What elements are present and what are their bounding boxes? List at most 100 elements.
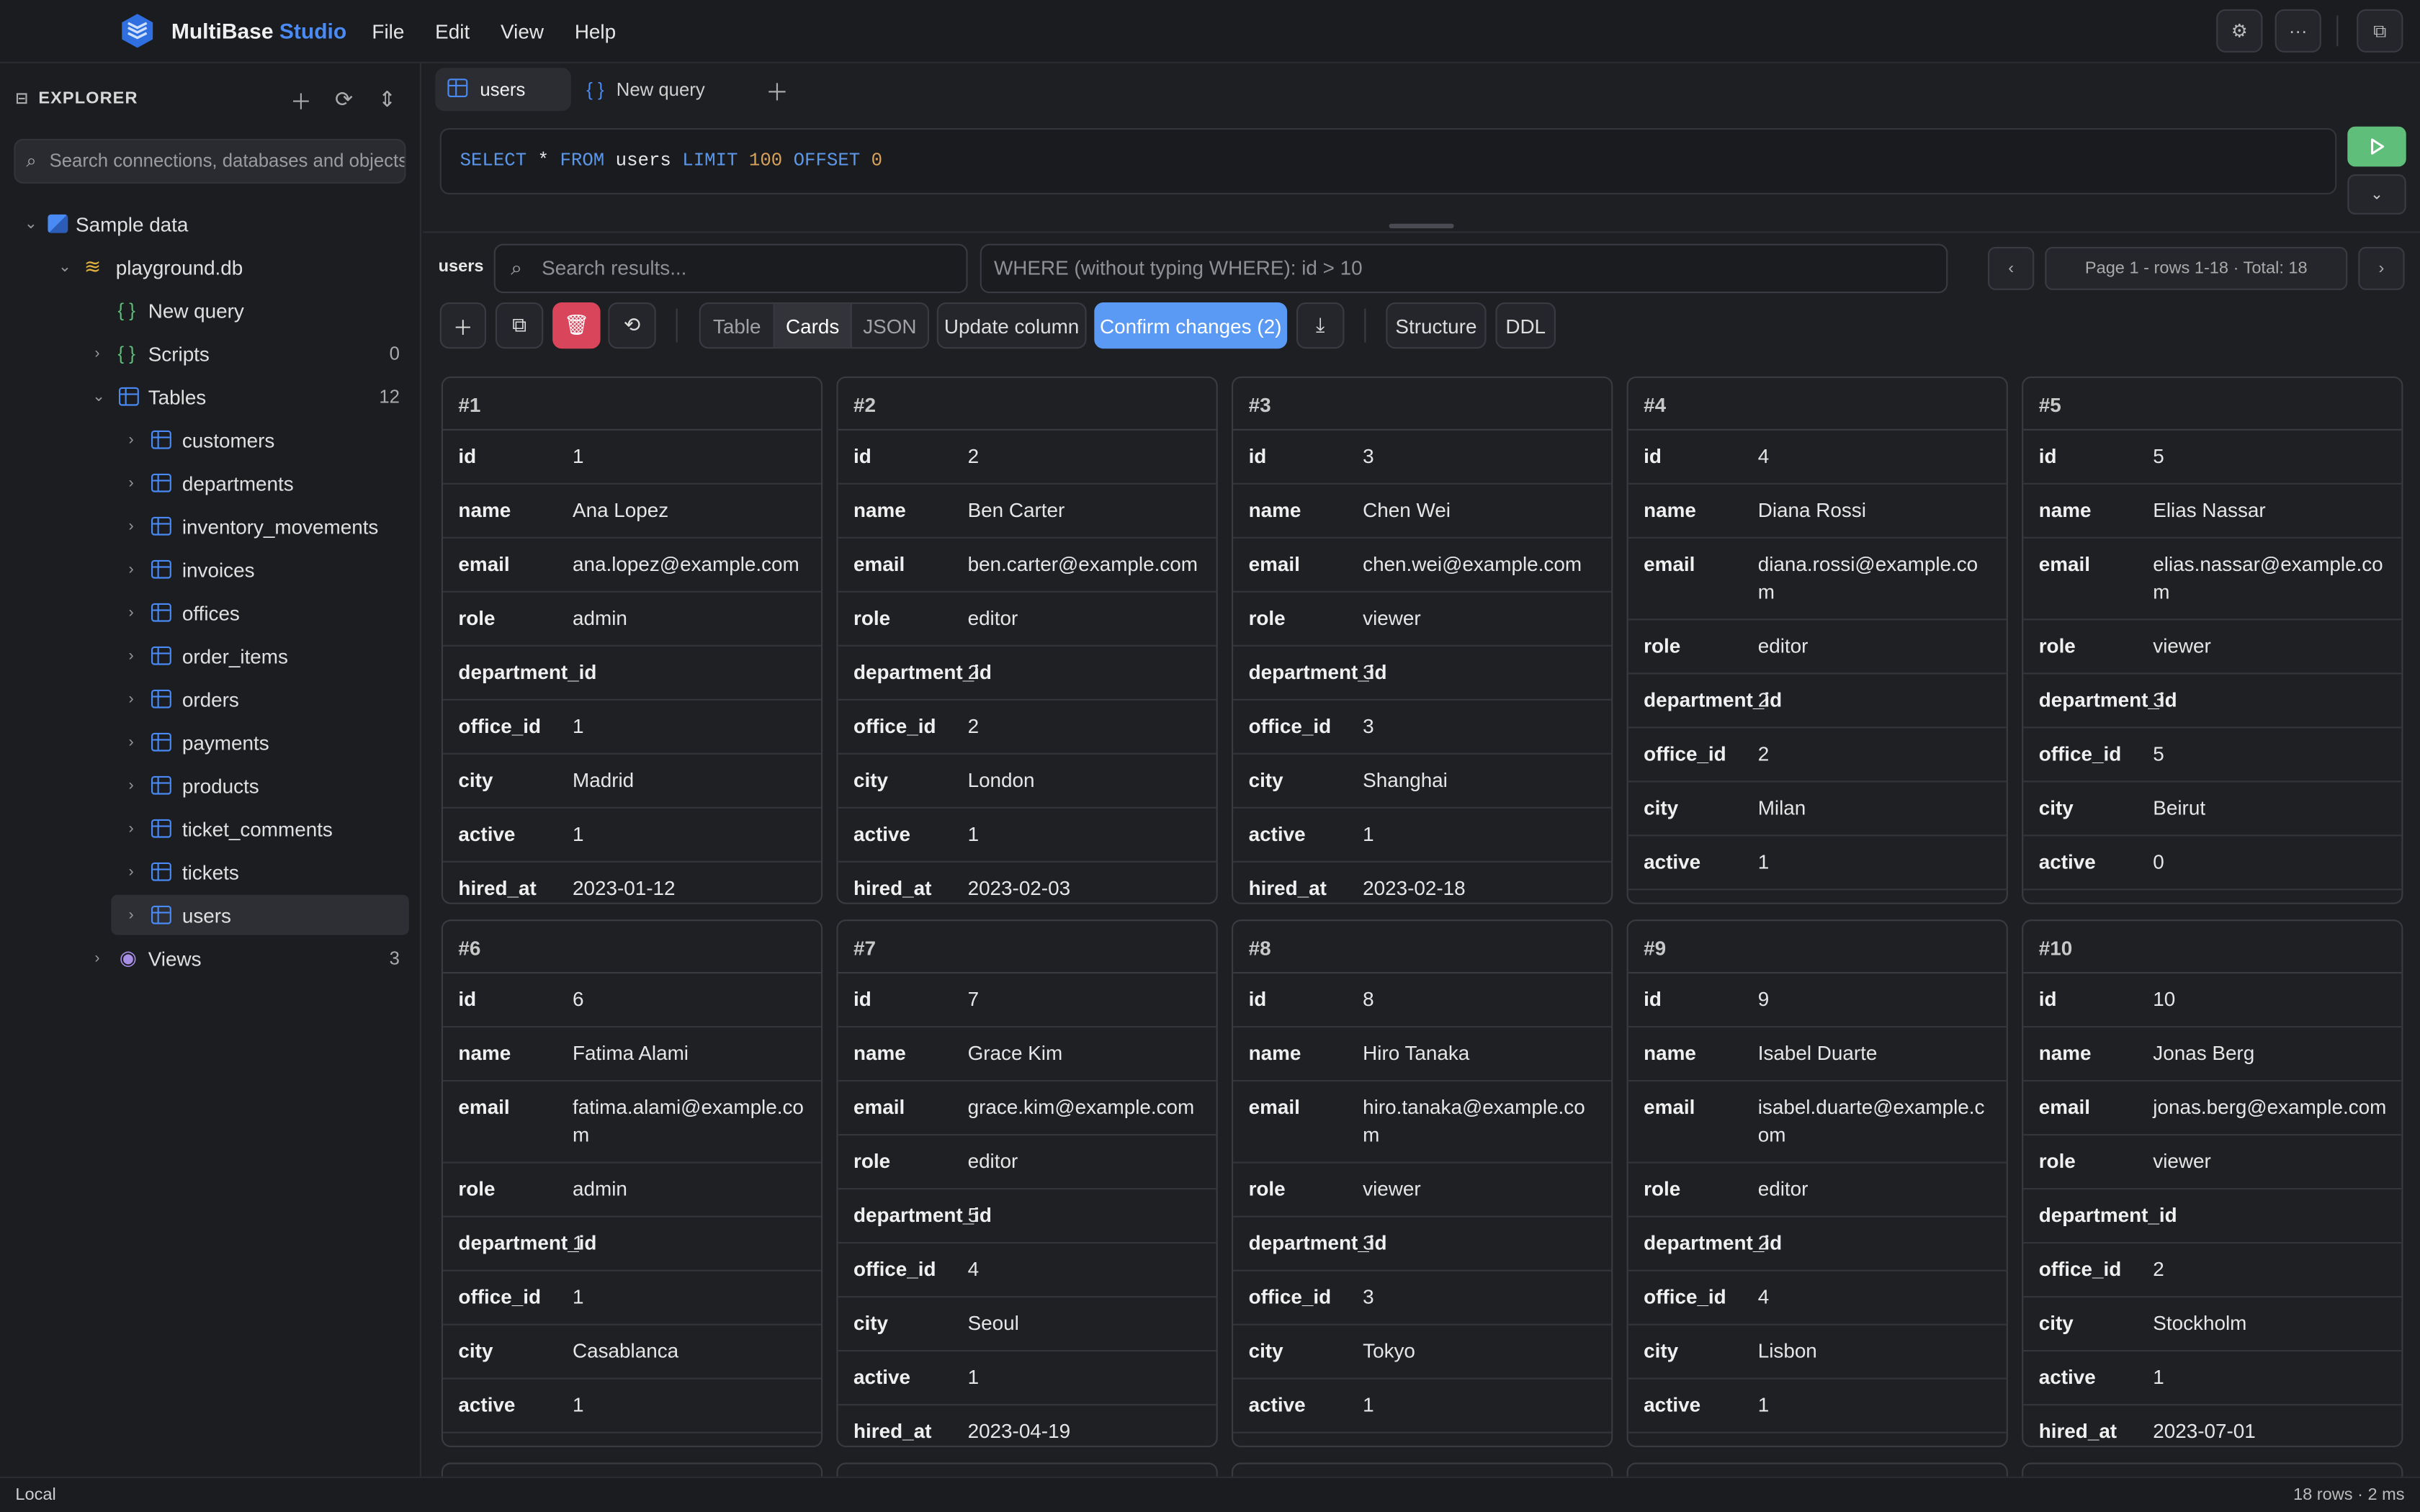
card-field-department-id[interactable]: department_id <box>2023 1189 2402 1244</box>
field-value[interactable]: Elias Nassar <box>2153 485 2401 537</box>
record-card[interactable]: #8 id 8 name Hiro Tanaka email hiro.tanaka@exa… <box>1232 919 1613 1447</box>
card-field-role[interactable]: role editor <box>1628 1164 2007 1218</box>
record-card[interactable]: #1 id 1 name Ana Lopez email ana.lopez@example… <box>441 376 823 904</box>
field-value[interactable]: Chen Wei <box>1363 485 1611 537</box>
field-value[interactable]: Seoul <box>968 1297 1216 1350</box>
card-field-department-id[interactable]: department_id 2 <box>1628 674 2007 729</box>
record-card[interactable]: #10 id 10 name Jonas Berg email jonas.berg@exa… <box>2022 919 2403 1447</box>
menu-help[interactable]: Help <box>575 20 616 43</box>
menu-edit[interactable]: Edit <box>435 20 470 43</box>
card-field-role[interactable]: role viewer <box>2023 620 2402 675</box>
field-value[interactable]: Diana Rossi <box>1758 485 2007 537</box>
field-value[interactable]: 5 <box>968 1189 1216 1242</box>
card-field-id[interactable]: id 4 <box>1628 431 2007 485</box>
field-value[interactable]: 1 <box>573 1218 821 1270</box>
field-value[interactable]: Isabel Duarte <box>1758 1027 2007 1080</box>
sidebar-item-invoices[interactable]: › invoices <box>0 549 421 590</box>
card-field-department-id[interactable]: department_id 2 <box>838 647 1216 701</box>
card-field-department-id[interactable]: department_id 3 <box>2023 674 2402 729</box>
card-field-email[interactable]: email hiro.tanaka@example.com <box>1233 1081 1612 1164</box>
field-value[interactable]: Stockholm <box>2153 1297 2401 1350</box>
field-value[interactable]: viewer <box>2153 620 2401 672</box>
field-value[interactable]: Jonas Berg <box>2153 1027 2401 1080</box>
explorer-search-input[interactable]: ⌕ Search connections, databases and obje… <box>14 138 406 184</box>
field-value[interactable]: 1 <box>1758 1380 2007 1432</box>
card-field-hired-at[interactable]: hired_at 2023-02-18 <box>1233 863 1611 903</box>
record-card[interactable]: #9 id 9 name Isabel Duarte email isabel.duarte… <box>1626 919 2008 1447</box>
sidebar-item-payments[interactable]: › payments <box>0 722 421 762</box>
record-card[interactable]: #7 id 7 name Grace Kim email grace.kim@example… <box>836 919 1218 1447</box>
view-table-button[interactable]: Table <box>701 304 775 348</box>
card-field-active[interactable]: active 1 <box>2023 1351 2402 1406</box>
card-field-city[interactable]: city London <box>838 755 1216 809</box>
menu-file[interactable]: File <box>372 20 404 43</box>
add-tab-icon[interactable]: ＋ <box>766 76 789 108</box>
card-field-hired-at[interactable]: hired_at2023-05-08 <box>1233 1434 1611 1446</box>
delete-row-button[interactable]: 🗑 <box>552 302 601 349</box>
card-field-id[interactable]: id 8 <box>1233 973 1612 1028</box>
card-field-city[interactable]: city Lisbon <box>1628 1326 2007 1380</box>
card-field-city[interactable]: city Tokyo <box>1233 1326 1612 1380</box>
field-value[interactable]: diana.rossi@example.com <box>1758 539 2007 618</box>
field-value[interactable]: Ben Carter <box>968 485 1216 537</box>
card-field-active[interactable]: active 1 <box>838 809 1216 863</box>
field-value[interactable]: Fatima Alami <box>573 1027 821 1080</box>
settings-button[interactable]: ⚙ <box>2216 9 2263 53</box>
tree-connection-sample-data[interactable]: ⌄ Sample data <box>0 204 421 244</box>
field-value[interactable]: Grace Kim <box>968 1027 1216 1080</box>
card-field-id[interactable]: id 10 <box>2023 973 2402 1028</box>
next-page-button[interactable]: › <box>2358 246 2405 290</box>
card-field-name[interactable]: name Jonas Berg <box>2023 1027 2402 1082</box>
field-value[interactable]: 2023-02-03 <box>968 863 1216 903</box>
field-value[interactable]: grace.kim@example.com <box>968 1081 1216 1134</box>
card-field-office-id[interactable]: office_id 4 <box>838 1243 1216 1298</box>
menu-view[interactable]: View <box>501 20 544 43</box>
card-field-id[interactable]: id 5 <box>2023 431 2402 485</box>
field-value[interactable]: 2023-01-12 <box>573 863 821 903</box>
confirm-changes-button[interactable]: Confirm changes (2) <box>1094 302 1288 349</box>
field-value[interactable]: Beirut <box>2153 782 2401 834</box>
field-value[interactable]: editor <box>1758 1164 2007 1216</box>
field-value[interactable]: chen.wei@example.com <box>1363 539 1611 591</box>
field-value[interactable]: 4 <box>1758 431 2007 483</box>
card-field-email[interactable]: email isabel.duarte@example.com <box>1628 1081 2007 1164</box>
field-value[interactable]: 1 <box>573 809 821 861</box>
where-filter-input[interactable]: WHERE (without typing WHERE): id > 10 <box>980 243 1948 294</box>
card-field-id[interactable]: id 9 <box>1628 973 2007 1028</box>
field-value[interactable]: 10 <box>2153 973 2401 1026</box>
field-value[interactable]: hiro.tanaka@example.com <box>1363 1081 1611 1161</box>
field-value[interactable]: 1 <box>1363 1380 1611 1432</box>
field-value[interactable]: 8 <box>1363 973 1611 1026</box>
tab-users[interactable]: users <box>435 68 571 112</box>
field-value[interactable] <box>2153 1189 2401 1242</box>
field-value[interactable]: 2 <box>1758 674 2007 726</box>
field-value[interactable]: 2 <box>968 701 1216 753</box>
field-value[interactable]: Madrid <box>573 755 821 807</box>
field-value[interactable]: 0 <box>2153 836 2401 888</box>
run-query-button[interactable] <box>2347 126 2406 167</box>
card-field-office-id[interactable]: office_id 2 <box>2023 1243 2402 1298</box>
card-field-name[interactable]: name Isabel Duarte <box>1628 1027 2007 1082</box>
field-value[interactable]: 1 <box>573 701 821 753</box>
card-field-office-id[interactable]: office_id 2 <box>838 701 1216 755</box>
card-field-email[interactable]: email elias.nassar@example.com <box>2023 539 2402 621</box>
field-value[interactable]: 2023-04-02 <box>573 1434 821 1446</box>
add-connection-icon[interactable]: ＋ <box>290 86 312 117</box>
field-value[interactable]: 3 <box>1363 1272 1611 1324</box>
card-field-active[interactable]: active 0 <box>2023 836 2402 891</box>
card-field-name[interactable]: name Ben Carter <box>838 485 1216 539</box>
resize-handle[interactable] <box>1389 223 1454 229</box>
sidebar-item-customers[interactable]: › customers <box>0 420 421 460</box>
sidebar-item-users[interactable]: › users <box>111 894 409 935</box>
card-field-name[interactable]: name Hiro Tanaka <box>1233 1027 1612 1082</box>
field-value[interactable]: Hiro Tanaka <box>1363 1027 1611 1080</box>
field-value[interactable]: viewer <box>2153 1135 2401 1188</box>
prev-page-button[interactable]: ‹ <box>1988 246 2035 290</box>
field-value[interactable]: Milan <box>1758 782 2007 834</box>
field-value[interactable]: Tokyo <box>1363 1326 1611 1378</box>
field-value[interactable]: 3 <box>1363 1218 1611 1270</box>
card-field-city[interactable]: city Stockholm <box>2023 1297 2402 1352</box>
card-field-office-id[interactable]: office_id 1 <box>443 701 821 755</box>
sidebar-item-departments[interactable]: › departments <box>0 463 421 503</box>
ddl-button[interactable]: DDL <box>1495 302 1556 349</box>
